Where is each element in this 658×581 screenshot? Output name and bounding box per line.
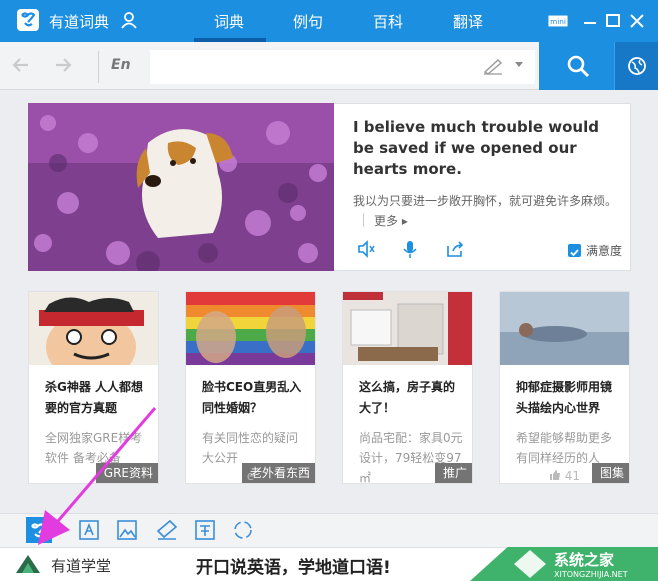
speaker-icon[interactable]: [356, 239, 376, 259]
card-title: 这么搞，房子真的大了！: [359, 380, 456, 415]
card-description: 希望能够帮助更多有同样经历的人: [516, 431, 613, 465]
translate-icon[interactable]: [192, 517, 218, 543]
satisfaction-checkbox[interactable]: [568, 244, 581, 257]
forward-arrow-icon[interactable]: [52, 54, 74, 76]
card-title: 抑郁症摄影师用镜头描绘内心世界: [516, 380, 613, 415]
tab-translate[interactable]: 翻译: [453, 11, 483, 32]
web-search-button[interactable]: [614, 42, 658, 90]
watermark-cn: 系统之家: [554, 551, 614, 569]
search-input[interactable]: [150, 50, 535, 84]
handwriting-pen-icon[interactable]: [482, 57, 504, 75]
satisfaction-label[interactable]: 满意度: [586, 242, 622, 259]
tab-dictionary[interactable]: 词典: [214, 11, 244, 32]
maximize-icon[interactable]: [603, 12, 623, 30]
minimize-icon[interactable]: [580, 12, 600, 30]
daily-quote-english[interactable]: I believe much trouble would be saved if…: [353, 117, 615, 180]
mini-label: mini: [550, 17, 566, 26]
ad-slogan: 开口说英语，学地道口语!: [196, 558, 391, 578]
microphone-icon[interactable]: [400, 239, 420, 259]
site-watermark: 系统之家 XITONGZHIJIA.NET: [514, 550, 628, 579]
card-image-cartoon-ninja: [29, 292, 158, 365]
like-count: 41: [564, 469, 581, 483]
user-icon[interactable]: [120, 11, 138, 29]
image-translate-icon[interactable]: [114, 517, 140, 543]
tab-encyclopedia[interactable]: 百科: [373, 11, 403, 32]
word-book-icon[interactable]: [76, 517, 102, 543]
card-footer: e: [246, 469, 255, 483]
text-translate-icon[interactable]: [154, 517, 180, 543]
more-link[interactable]: 更多 ▸: [374, 212, 408, 229]
more-apps-icon[interactable]: [230, 517, 256, 543]
youdao-logo-icon: [17, 9, 39, 31]
search-icon: [567, 55, 590, 78]
content-card-gre[interactable]: GRE资料 杀G神器 人人都想要的官方真题 全网独家GRE样考软件 备考必备: [28, 291, 159, 484]
content-card-facebook-ceo[interactable]: 老外看东西 脸书CEO直男乱入同性婚姻？ 有关同性恋的疑问大公开 e: [185, 291, 316, 484]
card-image-person-lying-down: [500, 292, 629, 365]
close-icon[interactable]: [627, 12, 647, 30]
card-description: 有关同性恋的疑问大公开: [202, 431, 299, 465]
back-arrow-icon[interactable]: [10, 54, 32, 76]
youdao-home-icon[interactable]: [26, 517, 52, 543]
content-card-furniture-ad[interactable]: 推广 这么搞，房子真的大了！ 尚品宅配：家具0元设计，79轻松变97㎡: [342, 291, 473, 485]
card-footer: 41: [500, 469, 629, 483]
ad-brand-name: 有道学堂: [51, 557, 112, 575]
youdao-school-logo-icon: [16, 555, 40, 573]
tab-example-sentences[interactable]: 例句: [293, 11, 323, 32]
card-description: 全网独家GRE样考软件 备考必备: [45, 431, 143, 465]
thumbs-up-icon: [549, 470, 560, 480]
daily-photo-dog-in-flowers: [28, 103, 334, 271]
card-title: 脸书CEO直男乱入同性婚姻？: [202, 380, 302, 415]
share-icon[interactable]: [445, 239, 465, 259]
card-description: 尚品宅配：家具0元设计，79轻松变97㎡: [359, 431, 463, 485]
checkmark-icon: [570, 249, 579, 257]
content-card-photo-gallery[interactable]: 图集 抑郁症摄影师用镜头描绘内心世界 希望能够帮助更多有同样经历的人 41: [499, 291, 630, 484]
watermark-en: XITONGZHIJIA.NET: [554, 570, 628, 579]
card-image-furnished-room: [343, 292, 472, 365]
divider: [363, 213, 364, 227]
globe-icon: [628, 57, 646, 75]
mini-mode-button[interactable]: mini: [548, 12, 568, 30]
language-label: En: [111, 57, 131, 73]
app-title: 有道词典: [49, 13, 110, 31]
daily-quote-chinese: 我以为只要进一步敞开胸怀，就可避免许多麻烦。: [353, 194, 618, 208]
search-button[interactable]: [539, 42, 614, 90]
card-image-rainbow-portraits: [186, 292, 315, 365]
youdao-dictionary-window: 有道词典 词典 例句 百科 翻译 mini En I believe much …: [0, 0, 658, 581]
card-title: 杀G神器 人人都想要的官方真题: [45, 380, 144, 415]
chevron-down-icon[interactable]: [515, 62, 523, 67]
more-link-label: 更多: [374, 214, 399, 228]
